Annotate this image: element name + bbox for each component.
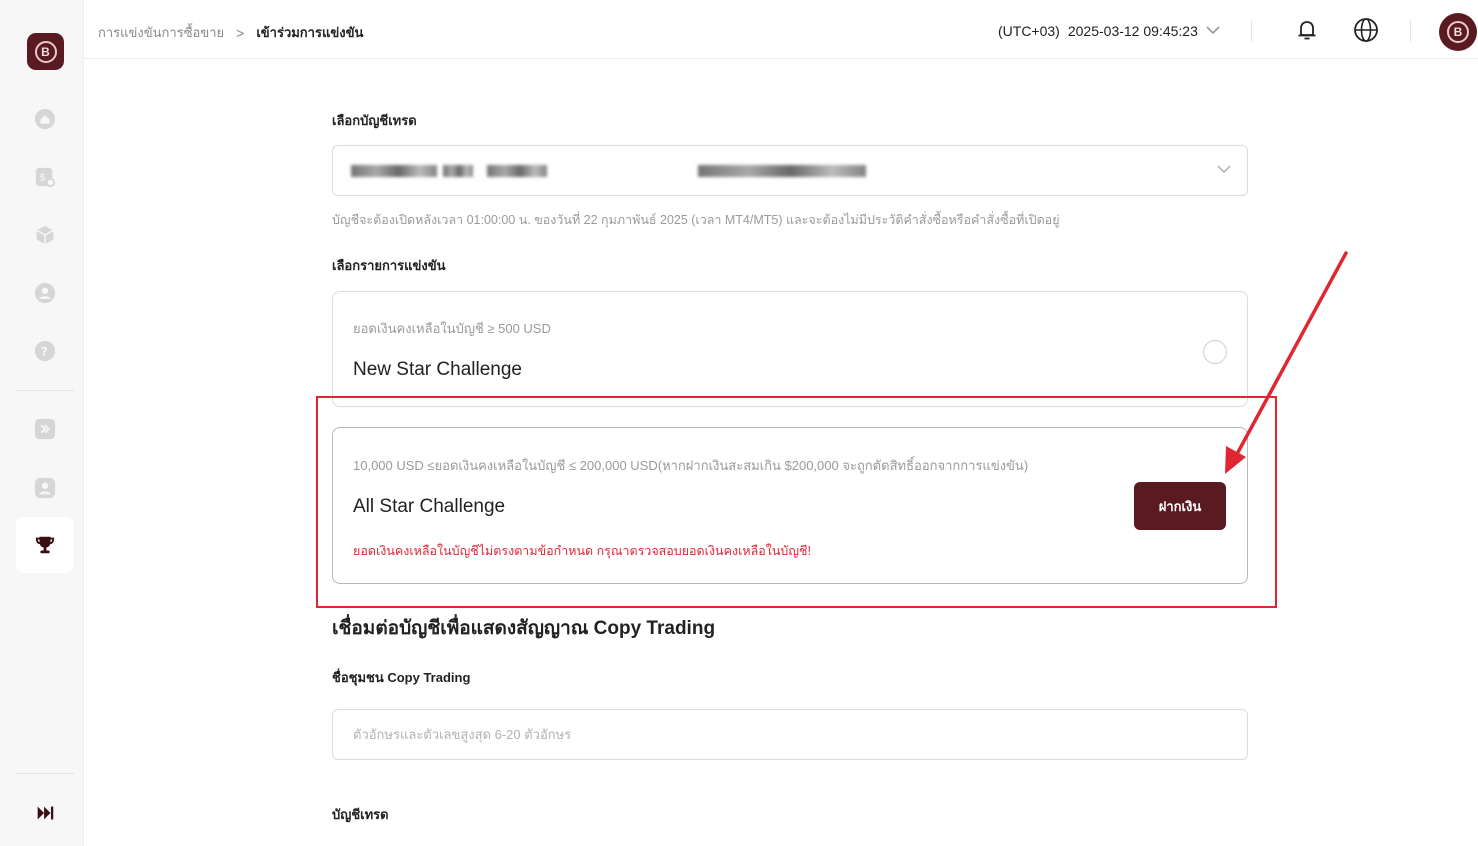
home-icon[interactable]	[34, 108, 56, 130]
sidebar-divider	[16, 773, 74, 774]
app-root: B $ ? การแข่งขันการซื้อขาย > เข้าร่วมการ…	[0, 0, 1478, 846]
chevron-down-icon	[1206, 24, 1220, 38]
user-card-icon[interactable]	[34, 477, 56, 499]
challenge-title: New Star Challenge	[353, 359, 522, 380]
breadcrumb-current: เข้าร่วมการแข่งขัน	[256, 25, 364, 40]
avatar[interactable]: B	[1439, 13, 1477, 51]
deposit-button[interactable]: ฝากเงิน	[1134, 482, 1226, 530]
trade-account-label: บัญชีเทรด	[332, 807, 389, 822]
challenge-requirement: ยอดเงินคงเหลือในบัญชี ≥ 500 USD	[353, 321, 551, 336]
svg-text:$: $	[40, 173, 46, 184]
account-select-label: เลือกบัญชีเทรด	[332, 113, 417, 128]
challenge-radio[interactable]	[1203, 340, 1227, 364]
header-divider	[1410, 20, 1411, 42]
breadcrumb: การแข่งขันการซื้อขาย > เข้าร่วมการแข่งขั…	[98, 22, 363, 43]
challenge-requirement: 10,000 USD ≤ยอดเงินคงเหลือในบัญชี ≤ 200,…	[353, 458, 1029, 473]
globe-icon[interactable]	[1353, 17, 1379, 43]
brand-logo[interactable]: B	[27, 33, 64, 70]
redacted-account-balance	[698, 165, 866, 177]
avatar-mark: B	[1447, 21, 1469, 43]
account-select[interactable]	[332, 145, 1248, 196]
redacted-account-server	[487, 165, 547, 177]
community-name-label: ชื่อชุมชน Copy Trading	[332, 670, 471, 685]
copy-trading-section-title: เชื่อมต่อบัญชีเพื่อแสดงสัญญาณ Copy Tradi…	[332, 618, 716, 639]
challenge-card-all-star[interactable]: 10,000 USD ≤ยอดเงินคงเหลือในบัญชี ≤ 200,…	[332, 427, 1248, 584]
timezone-selector[interactable]: (UTC+03) 2025-03-12 09:45:23	[998, 23, 1220, 39]
help-icon[interactable]: ?	[34, 340, 56, 362]
account-hint: บัญชีจะต้องเปิดหลังเวลา 01:00:00 น. ของว…	[332, 213, 1060, 227]
sidebar-divider	[16, 390, 74, 391]
user-circle-icon[interactable]	[34, 282, 56, 304]
challenge-title: All Star Challenge	[353, 496, 506, 517]
cube-icon[interactable]	[34, 224, 56, 246]
redacted-account-type	[443, 165, 473, 177]
chevron-down-icon	[1217, 163, 1231, 177]
timezone-label: (UTC+03)	[998, 23, 1060, 39]
datetime-value: 2025-03-12 09:45:23	[1067, 23, 1198, 39]
double-chevron-icon[interactable]	[34, 418, 56, 440]
svg-text:?: ?	[41, 345, 48, 359]
trophy-icon[interactable]	[34, 534, 56, 556]
community-name-input[interactable]	[332, 709, 1248, 760]
logo-mark: B	[34, 40, 57, 63]
competition-select-label: เลือกรายการแข่งขัน	[332, 258, 446, 273]
dollar-card-icon[interactable]: $	[34, 166, 56, 188]
breadcrumb-chevron-icon: >	[236, 24, 245, 41]
redacted-account-number	[351, 165, 437, 177]
balance-error-message: ยอดเงินคงเหลือในบัญชีไม่ตรงตามข้อกำหนด ก…	[353, 544, 811, 558]
top-bar: การแข่งขันการซื้อขาย > เข้าร่วมการแข่งขั…	[84, 0, 1478, 59]
breadcrumb-parent-link[interactable]: การแข่งขันการซื้อขาย	[98, 22, 224, 43]
challenge-card-new-star[interactable]: ยอดเงินคงเหลือในบัญชี ≥ 500 USD New Star…	[332, 291, 1248, 407]
skip-forward-icon[interactable]	[34, 802, 56, 824]
sidebar: B $ ?	[0, 0, 84, 846]
bell-icon[interactable]	[1294, 17, 1320, 43]
header-divider	[1251, 20, 1252, 42]
